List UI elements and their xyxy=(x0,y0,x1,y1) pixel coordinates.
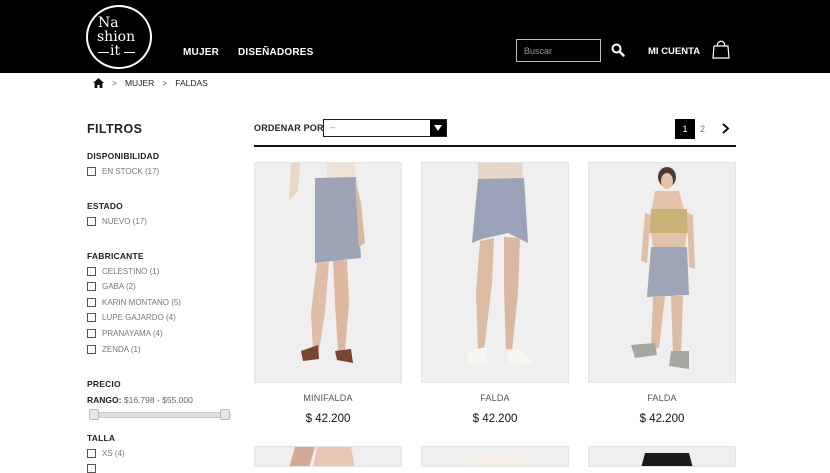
price-range: RANGO: $16.798 - $55.000 xyxy=(87,395,193,405)
price-slider-max-handle[interactable] xyxy=(220,409,230,420)
filter-group-availability-title: DISPONIBILIDAD xyxy=(87,151,160,161)
filter-group-manufacturer-title: FABRICANTE xyxy=(87,251,144,261)
nav-mujer[interactable]: MUJER xyxy=(183,47,219,58)
checkbox[interactable] xyxy=(87,312,96,322)
breadcrumb-separator-icon: > xyxy=(112,78,117,88)
home-icon[interactable] xyxy=(93,78,104,88)
account-link[interactable]: MI CUENTA xyxy=(648,46,700,57)
logo-rule-right xyxy=(124,52,135,53)
checkbox[interactable] xyxy=(87,166,96,176)
search-input[interactable] xyxy=(516,39,601,62)
checkbox[interactable] xyxy=(87,463,96,473)
dropdown-arrow-icon[interactable] xyxy=(430,120,446,136)
filter-option-label: PRANAYAMA (4) xyxy=(102,328,163,338)
filter-option-in-stock[interactable]: EN STOCK (17) xyxy=(87,166,159,176)
product-price: $ 42.200 xyxy=(472,413,518,425)
pagination-current-page[interactable]: 1 xyxy=(675,119,695,139)
top-header: Na shion it MUJER DISEÑADORES MI CUENTA xyxy=(0,0,830,73)
price-range-value: $16.798 - $55.000 xyxy=(123,395,193,405)
filter-option-xs[interactable]: XS (4) xyxy=(87,448,125,458)
filter-option-zenda[interactable]: ZENDA (1) xyxy=(87,344,141,354)
filter-option-label: XS (4) xyxy=(102,448,125,458)
filter-option-label: LUPE GAJARDO (4) xyxy=(102,312,176,322)
checkbox[interactable] xyxy=(87,297,96,307)
filter-option-new[interactable]: NUEVO (17) xyxy=(87,216,147,226)
checkbox[interactable] xyxy=(87,344,96,354)
filters-title: FILTROS xyxy=(87,122,143,136)
breadcrumb-item-mujer[interactable]: MUJER xyxy=(125,78,154,88)
breadcrumb-separator-icon: > xyxy=(162,78,168,88)
product-name[interactable]: MINIFALDA xyxy=(254,393,402,403)
shopping-bag-icon[interactable] xyxy=(712,39,730,59)
filter-option-label: NUEVO (17) xyxy=(102,216,147,226)
pagination-page-2[interactable]: 2 xyxy=(700,124,705,134)
filter-option-label: KARIN MONTANO (5) xyxy=(102,297,181,307)
filter-option-label: CELESTINO (1) xyxy=(102,266,160,276)
product-image-minifalda[interactable] xyxy=(254,162,402,383)
brand-logo[interactable]: Na shion it xyxy=(86,5,152,69)
product-price: $ 42.200 xyxy=(639,413,685,425)
filter-option-next-size[interactable] xyxy=(87,463,102,473)
logo-rule-left xyxy=(98,52,109,53)
filter-group-size-title: TALLA xyxy=(87,433,116,443)
product-image-falda-2[interactable] xyxy=(588,162,736,383)
price-slider[interactable] xyxy=(89,409,231,420)
checkbox[interactable] xyxy=(87,281,96,291)
filter-option-karin-montano[interactable]: KARIN MONTANO (5) xyxy=(87,297,181,307)
product-image-row2-3[interactable] xyxy=(588,446,736,467)
logo-line-3: it xyxy=(110,43,121,59)
filter-option-label: EN STOCK (17) xyxy=(102,166,160,176)
sort-label: ORDENAR POR xyxy=(254,123,324,133)
product-name[interactable]: FALDA xyxy=(421,393,569,403)
checkbox[interactable] xyxy=(87,216,96,226)
logo-line-1: Na xyxy=(98,15,119,31)
breadcrumb-item-faldas: FALDAS xyxy=(175,78,208,88)
filter-option-label: ZENDA (1) xyxy=(102,344,141,354)
filter-option-celestino[interactable]: CELESTINO (1) xyxy=(87,266,159,276)
sort-select-value: -- xyxy=(330,123,336,132)
filter-group-price-title: PRECIO xyxy=(87,379,121,389)
chevron-right-icon[interactable] xyxy=(720,123,730,134)
product-image-row2-1[interactable] xyxy=(254,446,402,467)
price-slider-min-handle[interactable] xyxy=(89,409,99,420)
search-icon[interactable] xyxy=(611,43,625,57)
logo-line-2: shion xyxy=(97,29,136,45)
sort-select[interactable]: -- xyxy=(323,119,447,137)
product-name[interactable]: FALDA xyxy=(588,393,736,403)
breadcrumb: > MUJER > FALDAS xyxy=(93,77,208,89)
product-price: $ 42.200 xyxy=(305,413,351,425)
filter-group-condition-title: ESTADO xyxy=(87,201,123,211)
nav-disenadores[interactable]: DISEÑADORES xyxy=(238,47,314,58)
checkbox[interactable] xyxy=(87,328,96,338)
filter-option-lupe-gajardo[interactable]: LUPE GAJARDO (4) xyxy=(87,312,176,322)
price-range-label: RANGO: xyxy=(87,395,122,405)
product-image-row2-2[interactable] xyxy=(421,446,569,467)
checkbox[interactable] xyxy=(87,266,96,276)
filter-option-label: GABA (2) xyxy=(102,281,136,291)
filter-option-pranayama[interactable]: PRANAYAMA (4) xyxy=(87,328,163,338)
product-image-falda-1[interactable] xyxy=(421,162,569,383)
checkbox[interactable] xyxy=(87,448,96,458)
filter-option-gaba[interactable]: GABA (2) xyxy=(87,281,136,291)
toolbar-divider xyxy=(254,145,736,147)
